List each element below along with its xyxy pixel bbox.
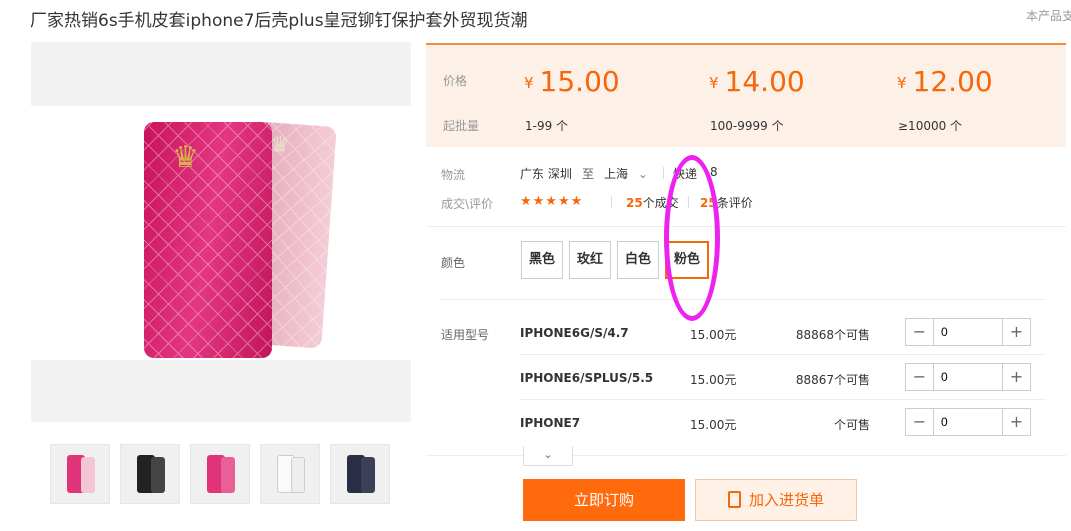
model-price: 15.00元 [690,328,737,342]
model-price: 15.00元 [690,418,737,432]
rating-stars: ★★★★★ [520,194,584,209]
model-availability: 个可售 [833,418,870,432]
thumbnail-1[interactable] [50,444,110,504]
deals-count[interactable]: 25个成交 [626,194,679,211]
model-availability: 88867个可售 [795,373,870,387]
divider [520,354,1046,355]
shipping-fee: 8 [710,165,718,179]
add-to-cart-button[interactable]: 加入进货单 [695,479,857,521]
model-name: IPHONE6G/S/4.7 [520,326,629,340]
plus-icon[interactable]: + [1002,409,1030,435]
divider [520,399,1046,400]
model-name: IPHONE7 [520,416,581,430]
product-photo: ♛ ♛ [31,106,411,360]
quantity-input[interactable] [935,411,1001,433]
price-tier-3: ¥12.00 [897,65,993,98]
reviews-count[interactable]: 25条评价 [700,194,753,211]
model-price: 15.00元 [690,373,737,387]
divider [426,455,1066,456]
clipboard-icon [727,491,741,508]
chevron-down-icon: ⌄ [543,448,553,461]
crown-icon: ♛ [172,140,199,175]
color-option-pink[interactable]: 粉色 [665,241,710,279]
main-product-image[interactable]: ♛ ♛ [31,42,411,422]
plus-icon[interactable]: + [1002,319,1030,345]
deals-label: 成交\评价 [441,197,494,211]
logistics-origin: 广东 深圳 [520,167,572,181]
plus-icon[interactable]: + [1002,364,1030,390]
divider [440,299,1046,300]
logistics-label: 物流 [441,168,466,182]
quantity-stepper: − + [905,408,1031,436]
quantity-stepper: − + [905,363,1031,391]
price-tier-2: ¥14.00 [709,65,805,98]
model-availability: 88868个可售 [795,328,870,342]
moq-label: 起批量 [443,119,480,133]
minus-icon[interactable]: − [906,409,934,435]
color-option-black[interactable]: 黑色 [521,241,564,279]
price-panel: 价格 起批量 ¥15.00 ¥14.00 ¥12.00 1-99 个 100-9… [426,43,1066,147]
product-title: 厂家热销6s手机皮套iphone7后壳plus皇冠铆钉保护套外贸现货潮 [30,11,528,31]
model-name: IPHONE6/SPLUS/5.5 [520,371,654,385]
price-label: 价格 [443,74,468,88]
thumbnail-3[interactable] [190,444,250,504]
logistics-destination[interactable]: 上海 ⌄ [604,165,648,182]
color-label: 颜色 [441,256,466,270]
chevron-down-icon: ⌄ [637,167,648,181]
buy-now-button[interactable]: 立即订购 [523,479,685,521]
expand-models-button[interactable]: ⌄ [523,446,573,466]
price-tier-1: ¥15.00 [524,65,620,98]
color-option-rose[interactable]: 玫红 [569,241,612,279]
shipping-method: 快递 [673,167,698,181]
crown-icon: ♛ [269,132,291,159]
thumbnail-2[interactable] [120,444,180,504]
rose-case-image: ♛ [144,122,272,358]
moq-tier-1: 1-99 个 [525,119,569,133]
thumbnail-5[interactable] [330,444,390,504]
divider [426,226,1066,227]
model-label: 适用型号 [441,328,490,342]
quantity-input[interactable] [935,366,1001,388]
logistics-to: 至 [582,167,595,181]
top-right-text[interactable]: 本产品支 [1026,7,1071,24]
minus-icon[interactable]: − [906,319,934,345]
minus-icon[interactable]: − [906,364,934,390]
moq-tier-3: ≥10000 个 [898,119,963,133]
quantity-input[interactable] [935,321,1001,343]
thumbnail-4[interactable] [260,444,320,504]
quantity-stepper: − + [905,318,1031,346]
moq-tier-2: 100-9999 个 [710,119,784,133]
color-option-white[interactable]: 白色 [617,241,660,279]
